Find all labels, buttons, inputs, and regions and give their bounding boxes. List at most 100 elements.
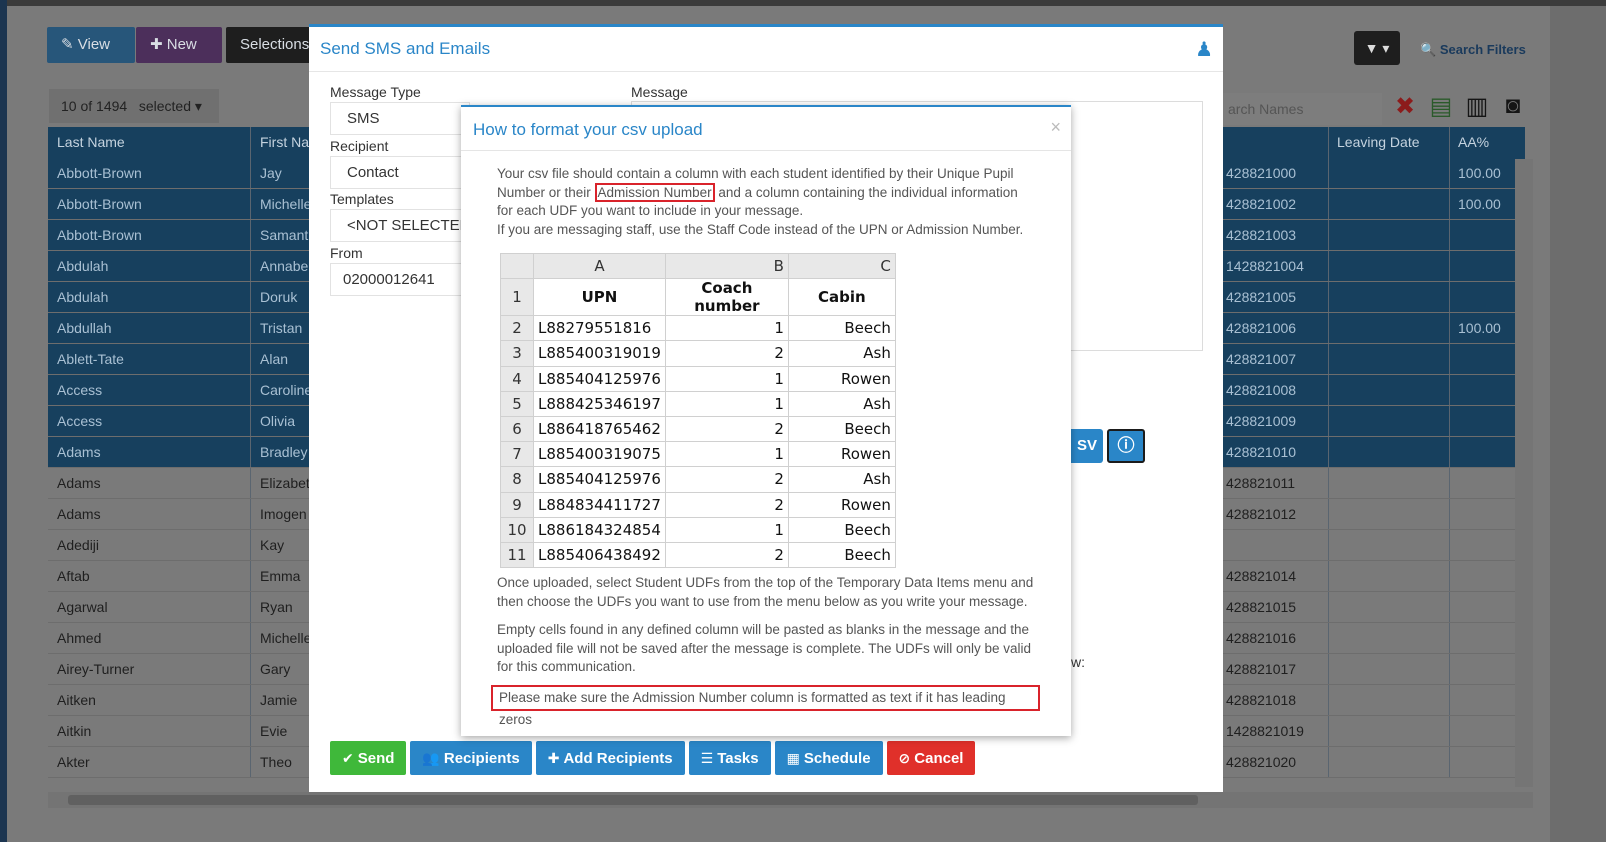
sheet-cell: Rowen [787,441,896,468]
new-button[interactable]: ✚ New [136,27,222,63]
id-cell: 428821002 [1224,189,1329,219]
aa-cell [1450,437,1512,467]
selections-button[interactable]: Selections [226,27,316,63]
cancel-button[interactable]: ⊘ Cancel [886,741,976,775]
ban-icon: ⊘ [898,750,911,766]
id-cell: 428821012 [1224,499,1329,529]
templates-select[interactable]: <NOT SELECTED> [330,209,470,242]
columns-icon[interactable]: ▥ [1463,91,1491,121]
col-leaving-date[interactable]: Leaving Date [1329,127,1450,158]
csv-help-popup: How to format your csv upload × Your csv… [461,105,1071,736]
from-label: From [330,245,363,261]
admission-number-highlight: Admission Number [594,182,715,202]
last-name-cell: Adams [48,468,251,498]
first-name-cell: Michelle [260,630,311,646]
calendar-icon: ▦ [786,750,800,766]
sheet-row: 8 L885404125976 2 Ash [500,466,896,493]
left-strip [0,0,7,842]
empty-cells-paragraph: Empty cells found in any defined column … [497,622,1032,674]
leaving-date-cell [1329,716,1450,746]
col-first-name[interactable]: First Na [251,127,311,158]
sheet-row: 6 L886418765462 2 Beech [500,415,896,443]
clear-icon[interactable]: ✖ [1391,91,1419,121]
upload-paragraph: Once uploaded, select Student UDFs from … [497,575,1034,609]
search-names-input[interactable]: arch Names [1222,93,1382,125]
add-recipients-button[interactable]: ✚ Add Recipients [535,741,685,775]
last-name-cell: Ablett-Tate [48,344,251,374]
aa-cell [1450,344,1512,374]
aa-cell [1450,406,1512,436]
send-button[interactable]: ✔ Send [330,741,407,775]
first-name-cell: Evie [260,723,288,739]
schedule-button[interactable]: ▦ Schedule [774,741,883,775]
camera-icon[interactable]: ◙ [1499,91,1527,121]
excel-icon[interactable]: ▤ [1427,91,1455,121]
record-count[interactable]: 10 of 1494 selected ▾ [49,89,219,123]
modal-footer: ✔ Send 👥 Recipients ✚ Add Recipients ☰ Tasks… [330,741,976,775]
scrollbar-thumb[interactable] [68,795,1198,805]
last-name-cell: Aitkin [48,716,251,746]
sheet-cell: L886184324854 [533,516,666,543]
sheet-row-number: 10 [500,516,534,543]
first-name-cell: Annabel [260,258,311,274]
view-button[interactable]: ✎ View [47,27,135,63]
selected-dropdown[interactable]: selected [139,98,191,114]
leaving-date-cell [1329,468,1450,498]
vertical-scrollbar[interactable] [1515,159,1533,787]
sheet-row: 9 L884834411727 2 Rowen [500,491,896,518]
info-button[interactable]: ⓘ [1107,429,1145,463]
recipient-label: Recipient [330,138,389,154]
last-name-cell: Agarwal [48,592,251,622]
last-name-cell: Adediji [48,530,251,560]
id-cell: 428821008 [1224,375,1329,405]
tasks-button[interactable]: ☰ Tasks [688,741,771,775]
leaving-date-cell [1329,313,1450,343]
id-cell: 428821018 [1224,685,1329,715]
sheet-cell: Beech [787,415,896,443]
first-name-cell: Emma [260,568,301,584]
filter-dropdown-button[interactable]: ▼ ▾ [1354,31,1400,65]
aa-cell: 100.00 [1458,165,1501,181]
search-filters-link[interactable]: 🔍 Search Filters [1420,42,1526,58]
leaving-date-cell [1329,623,1450,653]
sheet-cell: 2 [664,491,789,518]
id-cell: 1428821019 [1224,716,1329,746]
message-label: Message [631,84,688,100]
aa-cell [1450,251,1512,281]
last-name-cell: Access [48,375,251,405]
last-name-cell: Abbott-Brown [48,158,251,188]
sheet-cell: 1 [664,441,789,468]
last-name-cell: Aitken [48,685,251,715]
sheet-header-cell: UPN [533,278,666,317]
message-type-select[interactable]: SMS [330,102,470,135]
horizontal-scrollbar[interactable] [48,792,1533,808]
aa-cell: 100.00 [1458,196,1501,212]
leaving-date-cell [1329,530,1450,560]
check-icon: ✔ [342,750,354,766]
first-name-cell: Elizabeth [260,475,311,491]
last-name-cell: Abbott-Brown [48,189,251,219]
recipients-button[interactable]: 👥 Recipients [410,741,532,775]
aa-cell [1450,220,1512,250]
intro-paragraph: Your csv file should contain a column wi… [497,166,1024,237]
sheet-row-number: 3 [500,340,534,367]
leaving-date-cell [1329,220,1450,250]
first-name-cell: Bradley [260,444,308,460]
first-name-cell: Olivia [260,413,296,429]
user-icon[interactable]: ♟ [1195,37,1213,62]
close-icon[interactable]: × [1050,117,1061,138]
from-input[interactable]: 02000012641 [330,263,470,296]
sheet-row-number: 9 [500,491,534,518]
sheet-column-letter: B [664,252,789,280]
col-last-name[interactable]: Last Name [48,127,251,158]
aa-cell [1450,685,1512,715]
sheet-row: 5 L888425346197 1 Ash [500,390,896,417]
w-label: w: [1071,654,1085,670]
sheet-column-letter: C [787,252,896,280]
sheet-row-number: 6 [500,415,534,443]
toolbar-icons: ✖ ▤ ▥ ◙ [1391,88,1527,124]
col-aa[interactable]: AA% [1450,127,1512,158]
recipient-select[interactable]: Contact [330,156,470,189]
first-name-cell: Alan [260,351,289,367]
aa-cell [1450,468,1512,498]
